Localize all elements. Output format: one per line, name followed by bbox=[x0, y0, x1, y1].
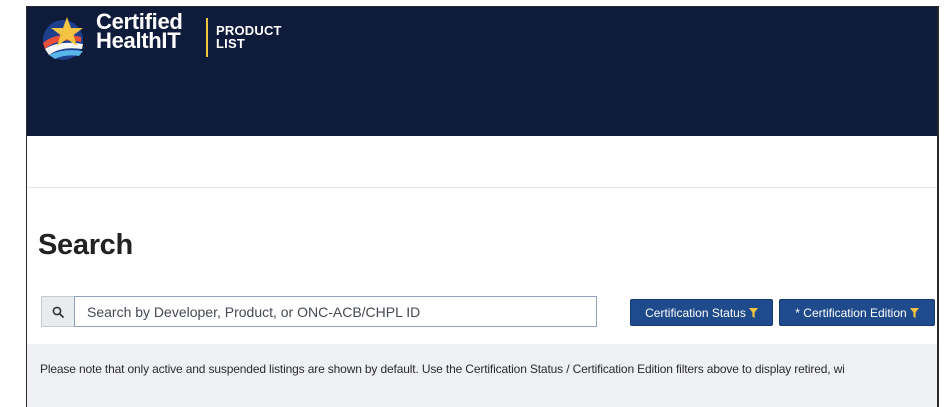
browser-viewport: Certified HealthIT PRODUCT LIST Search C… bbox=[26, 6, 939, 407]
product-list-label: PRODUCT LIST bbox=[216, 24, 282, 50]
search-input[interactable] bbox=[74, 296, 597, 327]
search-icon bbox=[52, 306, 64, 318]
certification-edition-filter-button[interactable]: * Certification Edition bbox=[779, 299, 935, 326]
filter-icon bbox=[909, 307, 919, 318]
default-listing-notice: Please note that only active and suspend… bbox=[27, 344, 937, 407]
brand-line-healthit: HealthIT bbox=[96, 28, 181, 53]
brand-divider bbox=[206, 18, 208, 57]
notice-text: Please note that only active and suspend… bbox=[40, 362, 845, 376]
page-title: Search bbox=[38, 229, 133, 261]
filter-icon bbox=[748, 307, 758, 318]
certified-healthit-logo-icon[interactable] bbox=[37, 15, 93, 61]
certification-status-filter-button[interactable]: Certification Status bbox=[630, 299, 773, 326]
sub-navigation-bar bbox=[27, 136, 937, 188]
certification-edition-label: * Certification Edition bbox=[795, 305, 907, 320]
site-header: Certified HealthIT PRODUCT LIST bbox=[27, 7, 937, 136]
product-label-line2: LIST bbox=[216, 36, 245, 51]
search-addon bbox=[41, 296, 74, 327]
certification-status-label: Certification Status bbox=[645, 305, 746, 320]
brand-name[interactable]: Certified HealthIT bbox=[96, 11, 183, 53]
